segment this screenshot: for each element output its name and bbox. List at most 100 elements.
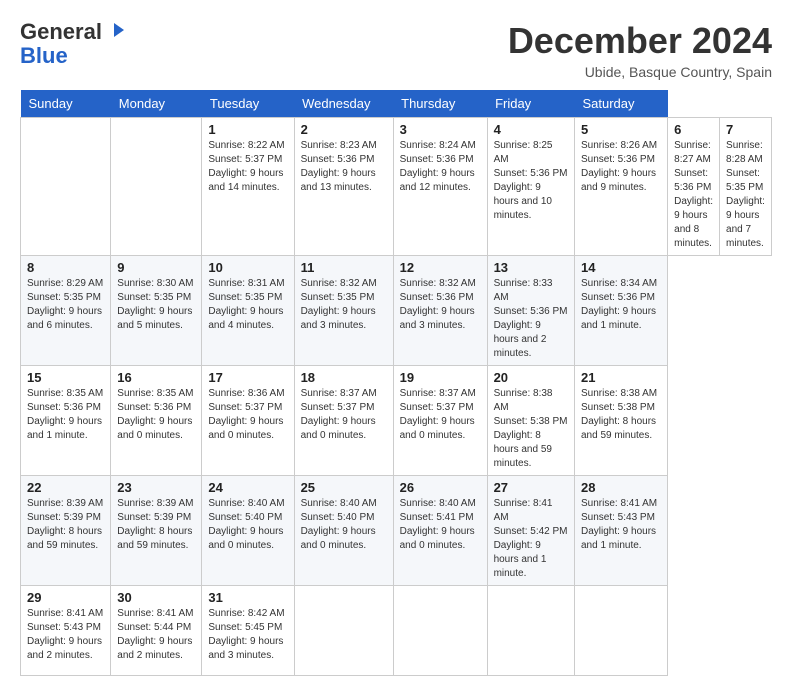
day-number: 12 [400, 260, 481, 275]
calendar-cell: 22Sunrise: 8:39 AMSunset: 5:39 PMDayligh… [21, 476, 111, 586]
calendar-week-row: 29 Sunrise: 8:41 AMSunset: 5:43 PMDayligh… [21, 586, 772, 676]
day-info: Sunrise: 8:38 AMSunset: 5:38 PMDaylight:… [494, 387, 568, 471]
calendar-cell: 26Sunrise: 8:40 AMSunset: 5:41 PMDayligh… [393, 476, 487, 586]
calendar-cell [294, 586, 393, 676]
day-number: 8 [27, 260, 104, 275]
day-info: Sunrise: 8:35 AMSunset: 5:36 PMDaylight:… [27, 387, 104, 443]
day-number: 25 [301, 480, 387, 495]
calendar-cell [393, 586, 487, 676]
calendar-header-row: SundayMondayTuesdayWednesdayThursdayFrid… [21, 90, 772, 118]
day-info: Sunrise: 8:26 AMSunset: 5:36 PMDaylight:… [581, 139, 661, 195]
calendar-cell: 20Sunrise: 8:38 AMSunset: 5:38 PMDayligh… [487, 366, 574, 476]
col-header-wednesday: Wednesday [294, 90, 393, 118]
day-info: Sunrise: 8:37 AMSunset: 5:37 PMDaylight:… [400, 387, 481, 443]
month-title: December 2024 [508, 20, 772, 62]
calendar-cell: 2 Sunrise: 8:23 AMSunset: 5:36 PMDaylight… [294, 118, 393, 256]
day-info: Sunrise: 8:32 AMSunset: 5:36 PMDaylight:… [400, 277, 481, 333]
col-header-thursday: Thursday [393, 90, 487, 118]
day-number: 3 [400, 122, 481, 137]
day-info: Sunrise: 8:35 AMSunset: 5:36 PMDaylight:… [117, 387, 195, 443]
day-number: 26 [400, 480, 481, 495]
calendar-cell [21, 118, 111, 256]
day-number: 13 [494, 260, 568, 275]
page-header: General Blue December 2024 Ubide, Basque… [20, 20, 772, 80]
calendar-cell: 27 Sunrise: 8:41 AMSunset: 5:42 PMDayligh… [487, 476, 574, 586]
calendar-cell: 1 Sunrise: 8:22 AMSunset: 5:37 PMDaylight… [202, 118, 294, 256]
day-number: 16 [117, 370, 195, 385]
day-info: Sunrise: 8:42 AMSunset: 5:45 PMDaylight:… [208, 607, 287, 663]
col-header-saturday: Saturday [574, 90, 667, 118]
calendar-week-row: 8 Sunrise: 8:29 AMSunset: 5:35 PMDaylight… [21, 256, 772, 366]
calendar-table: SundayMondayTuesdayWednesdayThursdayFrid… [20, 90, 772, 676]
calendar-cell: 17 Sunrise: 8:36 AMSunset: 5:37 PMDayligh… [202, 366, 294, 476]
day-info: Sunrise: 8:34 AMSunset: 5:36 PMDaylight:… [581, 277, 661, 333]
calendar-cell: 7 Sunrise: 8:28 AMSunset: 5:35 PMDaylight… [720, 118, 772, 256]
day-number: 27 [494, 480, 568, 495]
day-number: 4 [494, 122, 568, 137]
day-info: Sunrise: 8:40 AMSunset: 5:40 PMDaylight:… [301, 497, 387, 553]
day-info: Sunrise: 8:41 AMSunset: 5:42 PMDaylight:… [494, 497, 568, 581]
day-number: 18 [301, 370, 387, 385]
day-info: Sunrise: 8:41 AMSunset: 5:44 PMDaylight:… [117, 607, 195, 663]
day-info: Sunrise: 8:41 AMSunset: 5:43 PMDaylight:… [27, 607, 104, 663]
day-info: Sunrise: 8:37 AMSunset: 5:37 PMDaylight:… [301, 387, 387, 443]
calendar-cell: 29 Sunrise: 8:41 AMSunset: 5:43 PMDayligh… [21, 586, 111, 676]
day-info: Sunrise: 8:39 AMSunset: 5:39 PMDaylight:… [117, 497, 195, 553]
day-number: 19 [400, 370, 481, 385]
day-number: 22 [27, 480, 104, 495]
location: Ubide, Basque Country, Spain [508, 64, 772, 80]
calendar-cell: 12 Sunrise: 8:32 AMSunset: 5:36 PMDayligh… [393, 256, 487, 366]
calendar-cell: 16 Sunrise: 8:35 AMSunset: 5:36 PMDayligh… [111, 366, 202, 476]
day-info: Sunrise: 8:40 AMSunset: 5:40 PMDaylight:… [208, 497, 287, 553]
day-number: 17 [208, 370, 287, 385]
col-header-tuesday: Tuesday [202, 90, 294, 118]
col-header-monday: Monday [111, 90, 202, 118]
day-info: Sunrise: 8:31 AMSunset: 5:35 PMDaylight:… [208, 277, 287, 333]
logo: General Blue [20, 20, 126, 68]
calendar-week-row: 1 Sunrise: 8:22 AMSunset: 5:37 PMDaylight… [21, 118, 772, 256]
day-info: Sunrise: 8:41 AMSunset: 5:43 PMDaylight:… [581, 497, 661, 553]
day-info: Sunrise: 8:38 AMSunset: 5:38 PMDaylight:… [581, 387, 661, 443]
calendar-cell: 21 Sunrise: 8:38 AMSunset: 5:38 PMDayligh… [574, 366, 667, 476]
day-info: Sunrise: 8:27 AMSunset: 5:36 PMDaylight:… [674, 139, 713, 251]
calendar-cell: 6 Sunrise: 8:27 AMSunset: 5:36 PMDaylight… [668, 118, 720, 256]
day-info: Sunrise: 8:23 AMSunset: 5:36 PMDaylight:… [301, 139, 387, 195]
day-number: 2 [301, 122, 387, 137]
calendar-cell: 3Sunrise: 8:24 AMSunset: 5:36 PMDaylight… [393, 118, 487, 256]
logo-general: General [20, 19, 102, 44]
calendar-cell: 11 Sunrise: 8:32 AMSunset: 5:35 PMDayligh… [294, 256, 393, 366]
calendar-cell: 23Sunrise: 8:39 AMSunset: 5:39 PMDayligh… [111, 476, 202, 586]
calendar-cell: 15Sunrise: 8:35 AMSunset: 5:36 PMDayligh… [21, 366, 111, 476]
day-number: 7 [726, 122, 765, 137]
calendar-cell: 5Sunrise: 8:26 AMSunset: 5:36 PMDaylight… [574, 118, 667, 256]
calendar-cell: 31Sunrise: 8:42 AMSunset: 5:45 PMDayligh… [202, 586, 294, 676]
calendar-cell [111, 118, 202, 256]
day-info: Sunrise: 8:22 AMSunset: 5:37 PMDaylight:… [208, 139, 287, 195]
day-number: 21 [581, 370, 661, 385]
day-info: Sunrise: 8:32 AMSunset: 5:35 PMDaylight:… [301, 277, 387, 333]
calendar-cell: 19 Sunrise: 8:37 AMSunset: 5:37 PMDayligh… [393, 366, 487, 476]
col-header-sunday: Sunday [21, 90, 111, 118]
day-number: 28 [581, 480, 661, 495]
calendar-cell: 18 Sunrise: 8:37 AMSunset: 5:37 PMDayligh… [294, 366, 393, 476]
calendar-cell: 8 Sunrise: 8:29 AMSunset: 5:35 PMDaylight… [21, 256, 111, 366]
day-info: Sunrise: 8:28 AMSunset: 5:35 PMDaylight:… [726, 139, 765, 251]
day-number: 30 [117, 590, 195, 605]
day-number: 29 [27, 590, 104, 605]
day-info: Sunrise: 8:36 AMSunset: 5:37 PMDaylight:… [208, 387, 287, 443]
day-number: 9 [117, 260, 195, 275]
logo-blue: Blue [20, 43, 68, 68]
calendar-cell: 4 Sunrise: 8:25 AMSunset: 5:36 PMDaylight… [487, 118, 574, 256]
day-number: 1 [208, 122, 287, 137]
title-area: December 2024 Ubide, Basque Country, Spa… [508, 20, 772, 80]
day-number: 11 [301, 260, 387, 275]
calendar-week-row: 22 Sunrise: 8:39 AMSunset: 5:39 PMDayligh… [21, 476, 772, 586]
day-number: 24 [208, 480, 287, 495]
calendar-cell: 28 Sunrise: 8:41 AMSunset: 5:43 PMDayligh… [574, 476, 667, 586]
day-number: 10 [208, 260, 287, 275]
calendar-cell: 13Sunrise: 8:33 AMSunset: 5:36 PMDayligh… [487, 256, 574, 366]
day-info: Sunrise: 8:25 AMSunset: 5:36 PMDaylight:… [494, 139, 568, 223]
calendar-cell: 10 Sunrise: 8:31 AMSunset: 5:35 PMDayligh… [202, 256, 294, 366]
day-info: Sunrise: 8:29 AMSunset: 5:35 PMDaylight:… [27, 277, 104, 333]
day-number: 6 [674, 122, 713, 137]
